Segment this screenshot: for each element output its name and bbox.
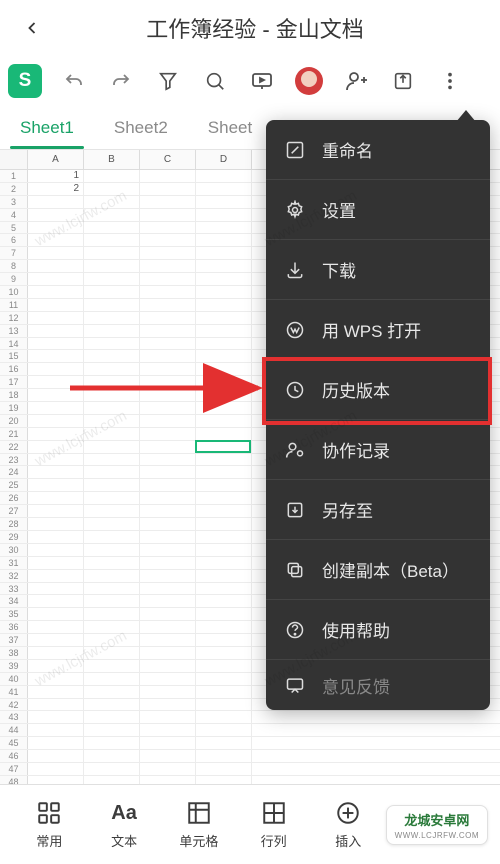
bb-label: 单元格 [179,831,218,850]
menu-label: 意见反馈 [322,673,390,698]
help-icon [284,619,306,641]
bb-text[interactable]: Aa 文本 [87,799,162,850]
common-icon [35,799,63,827]
menu-create-copy[interactable]: 创建副本（Beta） [266,540,490,600]
insert-icon [334,799,362,827]
tab-sheet2[interactable]: Sheet2 [94,106,188,149]
edit-icon [284,139,306,161]
table-row[interactable]: 47 [0,763,500,776]
menu-label: 下载 [322,257,356,282]
menu-label: 创建副本（Beta） [322,557,459,582]
avatar-button[interactable] [288,60,330,102]
tab-sheet3[interactable]: Sheet [188,106,272,149]
add-user-button[interactable] [335,60,377,102]
filter-button[interactable] [147,60,189,102]
wps-icon [284,319,306,341]
text-icon: Aa [110,799,138,827]
back-button[interactable] [12,8,52,48]
site-logo: 龙城安卓网 WWW.LCJRFW.COM [386,805,488,845]
download-icon [284,259,306,281]
menu-label: 历史版本 [322,377,390,402]
search-icon [204,70,226,92]
bb-insert[interactable]: 插入 [311,799,386,850]
menu-download[interactable]: 下载 [266,240,490,300]
site-logo-en: WWW.LCJRFW.COM [395,831,479,840]
bb-label: 文本 [111,831,137,850]
document-title: 工作簿经验 - 金山文档 [52,12,488,44]
toolbar: S [0,56,500,106]
table-row[interactable]: 43 [0,711,500,724]
menu-settings[interactable]: 设置 [266,180,490,240]
bb-label: 插入 [335,831,361,850]
history-icon [284,379,306,401]
bb-label: 常用 [36,831,62,850]
chevron-left-icon [22,18,42,38]
collab-icon [284,439,306,461]
col-header[interactable]: C [140,150,196,169]
menu-help[interactable]: 使用帮助 [266,600,490,660]
app-logo[interactable]: S [8,64,42,98]
more-button[interactable] [429,60,471,102]
undo-icon [62,69,86,93]
filter-icon [157,70,179,92]
menu-label: 使用帮助 [322,617,390,642]
menu-label: 协作记录 [322,437,390,462]
site-logo-cn: 龙城安卓网 [404,810,469,829]
menu-history[interactable]: 历史版本 [266,360,490,420]
menu-label: 另存至 [322,497,373,522]
menu-pointer-caret [456,110,476,122]
add-user-icon [344,69,368,93]
col-header[interactable]: A [28,150,84,169]
share-button[interactable] [382,60,424,102]
saveas-icon [284,499,306,521]
bb-cell[interactable]: 单元格 [161,799,236,850]
bottom-toolbar: 常用 Aa 文本 单元格 行列 插入 龙城安卓网 WWW.LCJRFW.COM [0,784,500,864]
copy-icon [284,559,306,581]
menu-save-as[interactable]: 另存至 [266,480,490,540]
table-row[interactable]: 45 [0,737,500,750]
bb-label: 行列 [261,831,287,850]
feedback-icon [284,674,306,696]
tab-sheet1[interactable]: Sheet1 [0,106,94,149]
menu-label: 设置 [322,197,356,222]
title-bar: 工作簿经验 - 金山文档 [0,0,500,56]
avatar-icon [295,67,323,95]
menu-label: 重命名 [322,137,373,162]
undo-button[interactable] [53,60,95,102]
menu-open-wps[interactable]: 用 WPS 打开 [266,300,490,360]
table-row[interactable]: 46 [0,750,500,763]
bb-rowcol[interactable]: 行列 [236,799,311,850]
present-button[interactable] [241,60,283,102]
redo-icon [109,69,133,93]
cell-icon [185,799,213,827]
more-vertical-icon [439,70,461,92]
menu-collab[interactable]: 协作记录 [266,420,490,480]
table-row[interactable]: 44 [0,724,500,737]
search-button[interactable] [194,60,236,102]
bb-common[interactable]: 常用 [12,799,87,850]
redo-button[interactable] [100,60,142,102]
menu-label: 用 WPS 打开 [322,317,421,342]
gear-icon [284,199,306,221]
share-icon [392,70,414,92]
present-icon [250,69,274,93]
col-header[interactable]: D [196,150,252,169]
col-header[interactable]: B [84,150,140,169]
menu-feedback[interactable]: 意见反馈 [266,660,490,710]
more-menu: 重命名 设置 下载 用 WPS 打开 历史版本 协作记录 另存至 创建副本（Be… [266,120,490,710]
rowcol-icon [260,799,288,827]
menu-rename[interactable]: 重命名 [266,120,490,180]
